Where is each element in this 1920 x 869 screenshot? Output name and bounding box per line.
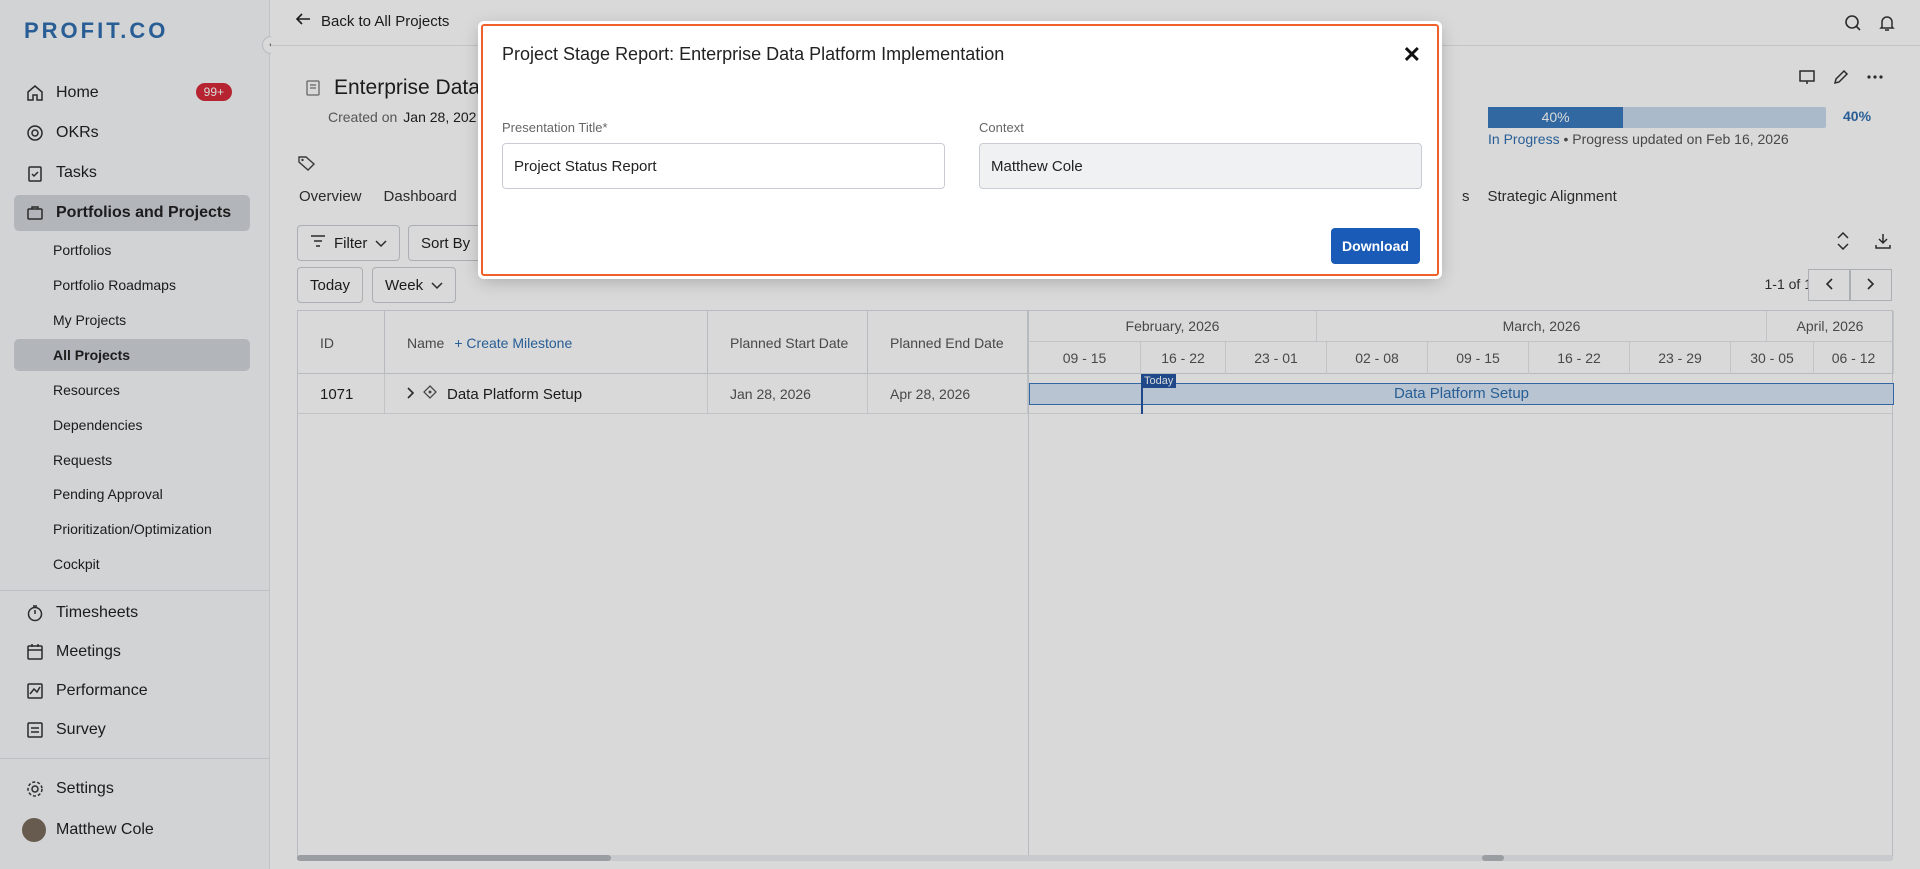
download-button[interactable]: Download: [1331, 228, 1420, 264]
context-field[interactable]: Matthew Cole: [979, 143, 1422, 189]
close-icon[interactable]: ✕: [1403, 44, 1421, 66]
presentation-title-label: Presentation Title*: [502, 120, 608, 135]
presentation-title-input[interactable]: Project Status Report: [502, 143, 945, 189]
dialog-title: Project Stage Report: Enterprise Data Pl…: [502, 44, 1005, 64]
context-label: Context: [979, 120, 1024, 135]
report-dialog: Project Stage Report: Enterprise Data Pl…: [478, 21, 1442, 279]
